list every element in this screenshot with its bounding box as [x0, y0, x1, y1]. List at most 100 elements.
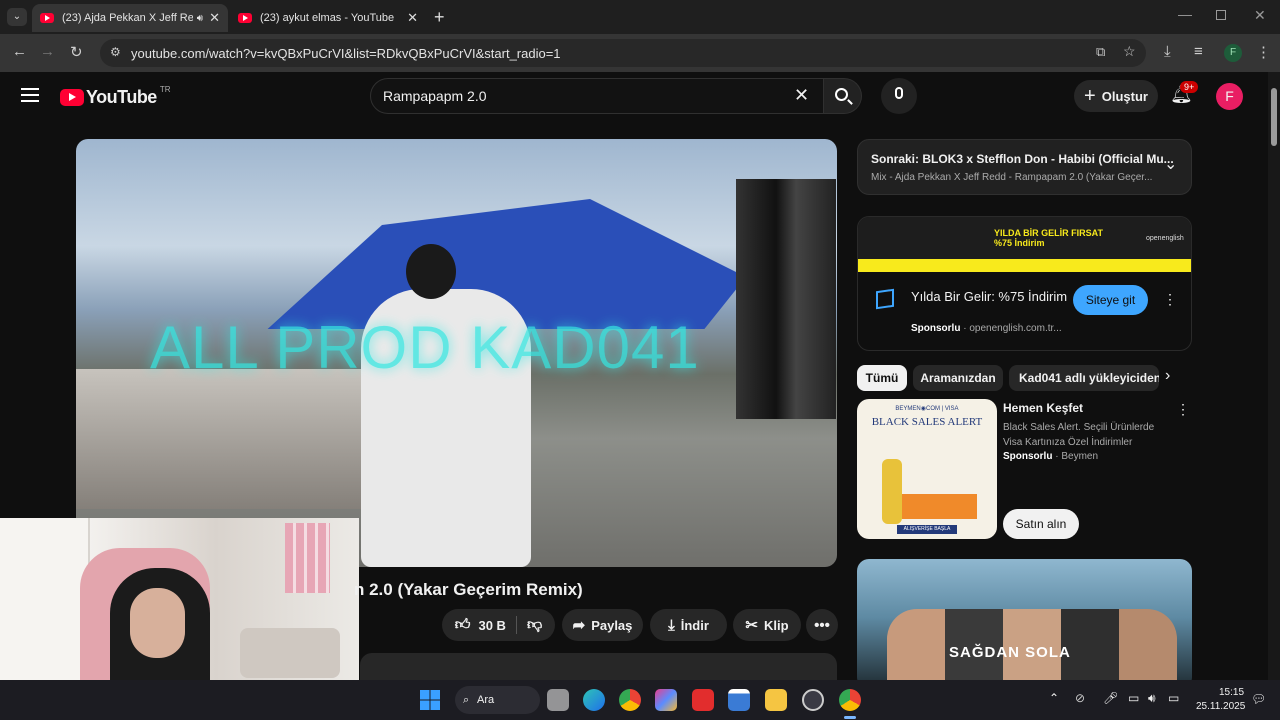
webcam-overlay	[0, 518, 359, 680]
scissors-icon: ✂	[745, 617, 758, 634]
task-view-icon[interactable]	[547, 689, 569, 711]
tab-search-button[interactable]: ⌄	[7, 8, 27, 26]
close-tab-icon[interactable]: ✕	[209, 10, 220, 26]
region-code: TR	[159, 85, 171, 94]
start-windows-icon[interactable]	[420, 690, 440, 710]
recommended-video-thumbnail[interactable]: SAĞDAN SOLA	[857, 559, 1192, 680]
minimize-button[interactable]: —	[1178, 6, 1192, 22]
chip-uploader[interactable]: Kad041 adlı yükleyiciden	[1009, 365, 1159, 391]
voice-search-button[interactable]	[881, 78, 917, 114]
create-button[interactable]: + Oluştur	[1074, 80, 1158, 112]
clock-time[interactable]: 15:15	[1219, 687, 1244, 698]
tray-network-off-icon[interactable]: ⊘	[1075, 691, 1085, 705]
ad-thumb-brand: BEYMEN◉COM | VISA	[895, 406, 959, 412]
thumb-text: SAĞDAN SOLA	[949, 644, 1071, 661]
clear-search-icon[interactable]: ✕	[794, 85, 809, 106]
discord-icon[interactable]	[802, 689, 824, 711]
dislike-button[interactable]: 👎︎	[517, 616, 542, 634]
download-icon[interactable]: ⤓	[1164, 43, 1171, 60]
ad-thumbnail-beymen[interactable]: BEYMEN◉COM | VISA BLACK SALES ALERT ALIŞ…	[857, 399, 997, 539]
chip-from-search[interactable]: Aramanızdan	[913, 365, 1003, 391]
bookmark-star-icon[interactable]: ☆	[1123, 43, 1136, 60]
clock-date[interactable]: 25.11.2025	[1196, 701, 1245, 712]
address-bar[interactable]: ⚙ youtube.com/watch?v=kvQBxPuCrVI&list=R…	[100, 39, 1146, 67]
audio-playing-icon[interactable]: 🔊︎	[197, 13, 203, 24]
buy-now-button[interactable]: Satın alın	[1003, 509, 1079, 539]
download-button[interactable]: ⤓ İndir	[650, 609, 727, 641]
close-tab-icon[interactable]: ✕	[407, 10, 418, 26]
file-explorer-icon[interactable]	[765, 689, 787, 711]
back-icon[interactable]: ←	[12, 43, 27, 60]
ad2-sponsor-line: Sponsorlu · Beymen	[1003, 451, 1099, 462]
profile-avatar[interactable]: F	[1224, 44, 1242, 62]
chrome-active-icon[interactable]	[839, 689, 861, 711]
chevron-right-icon[interactable]: ›	[1165, 367, 1170, 385]
like-count: 30 B	[478, 617, 506, 633]
account-avatar[interactable]: F	[1216, 83, 1243, 110]
ad-card-openenglish[interactable]: YILDA BİR GELİR FIRSAT %75 İndirim opene…	[857, 216, 1192, 351]
face	[130, 588, 185, 658]
reload-icon[interactable]: ↻	[70, 43, 83, 61]
sofa	[240, 628, 340, 678]
maximize-button[interactable]	[1216, 10, 1226, 20]
youtube-logo[interactable]: YouTube TR	[60, 85, 171, 108]
sponsor-name: Beymen	[1061, 451, 1099, 462]
taskbar-search[interactable]: ⌕ Ara	[455, 686, 540, 714]
tray-battery-icon[interactable]: ▭	[1168, 691, 1179, 705]
up-next-title: Sonraki: BLOK3 x Stefflon Don - Habibi (…	[871, 152, 1174, 166]
create-label: Oluştur	[1101, 88, 1148, 104]
tray-display-icon[interactable]: ▭	[1128, 691, 1139, 705]
tray-microphone-icon[interactable]: 🎤︎	[1103, 691, 1118, 705]
ad-banner[interactable]: YILDA BİR GELİR FIRSAT %75 İndirim opene…	[858, 217, 1191, 272]
visit-site-button[interactable]: Siteye git	[1073, 285, 1148, 315]
search-icon: ⌕	[463, 693, 470, 706]
download-label: İndir	[680, 617, 709, 633]
wps-office-icon[interactable]	[692, 689, 714, 711]
up-next-panel[interactable]: Sonraki: BLOK3 x Stefflon Don - Habibi (…	[857, 139, 1192, 195]
tab-active[interactable]: (23) Ajda Pekkan X Jeff Redd 🔊︎ ✕	[32, 4, 228, 32]
close-window-button[interactable]: ✕	[1254, 7, 1266, 24]
notification-center-icon[interactable]: 💬︎	[1251, 692, 1266, 706]
sponsor-domain: openenglish.com.tr...	[969, 323, 1062, 334]
scrollbar-thumb[interactable]	[1271, 88, 1277, 146]
search-input[interactable]: Rampapapm 2.0 ✕	[370, 78, 824, 114]
ad-title: Yılda Bir Gelir: %75 İndirim	[911, 289, 1068, 304]
youtube-logo-text: YouTube	[86, 87, 157, 107]
chevron-down-icon[interactable]: ⌄	[1164, 154, 1177, 174]
search-button[interactable]	[824, 78, 862, 114]
video-player[interactable]: ALL PROD KAD041	[76, 139, 837, 567]
tray-volume-icon[interactable]: 🔊︎	[1148, 691, 1156, 706]
up-next-subtitle: Mix - Ajda Pekkan X Jeff Redd - Rampapam…	[871, 172, 1153, 183]
door	[0, 518, 90, 680]
ad-thumb-headline: BLACK SALES ALERT	[871, 416, 983, 428]
install-app-icon[interactable]: ⧉	[1096, 44, 1105, 60]
more-horizontal-icon: •••	[814, 616, 830, 634]
site-info-icon[interactable]: ⚙	[110, 45, 121, 59]
copilot-icon[interactable]	[655, 689, 677, 711]
store-icon[interactable]	[728, 689, 750, 711]
page-scrollbar[interactable]	[1268, 72, 1280, 680]
like-button[interactable]: 👍︎ 30 B	[455, 616, 517, 634]
menu-kebab-icon[interactable]: ⋮	[1256, 43, 1271, 61]
forward-icon[interactable]: →	[40, 43, 55, 60]
more-actions-button[interactable]: •••	[806, 609, 838, 641]
person-head	[406, 244, 456, 299]
new-tab-button[interactable]: +	[434, 7, 445, 28]
chrome-icon[interactable]	[619, 689, 641, 711]
like-dislike-group: 👍︎ 30 B 👎︎	[442, 609, 555, 641]
media-control-icon[interactable]: ≡	[1194, 43, 1203, 60]
ad-thumb-badge: ALIŞVERİŞE BAŞLA	[897, 525, 957, 534]
description-box[interactable]	[360, 653, 837, 680]
clip-button[interactable]: ✂ Klip	[733, 609, 801, 641]
tab-inactive[interactable]: (23) aykut elmas - YouTube ✕	[230, 4, 426, 32]
ad2-options-icon[interactable]: ⋮	[1176, 401, 1190, 418]
ad2-title: Hemen Keşfet	[1003, 401, 1084, 415]
hamburger-menu-icon[interactable]	[21, 88, 39, 102]
tab-title: (23) Ajda Pekkan X Jeff Redd	[62, 12, 193, 24]
share-button[interactable]: ➦ Paylaş	[562, 609, 643, 641]
notifications-button[interactable]: 🔔︎ 9+	[1170, 81, 1199, 105]
chip-all[interactable]: Tümü	[857, 365, 907, 391]
ad-options-icon[interactable]: ⋮	[1163, 291, 1177, 308]
tray-chevron-up-icon[interactable]: ⌃	[1049, 691, 1059, 705]
edge-icon[interactable]	[583, 689, 605, 711]
